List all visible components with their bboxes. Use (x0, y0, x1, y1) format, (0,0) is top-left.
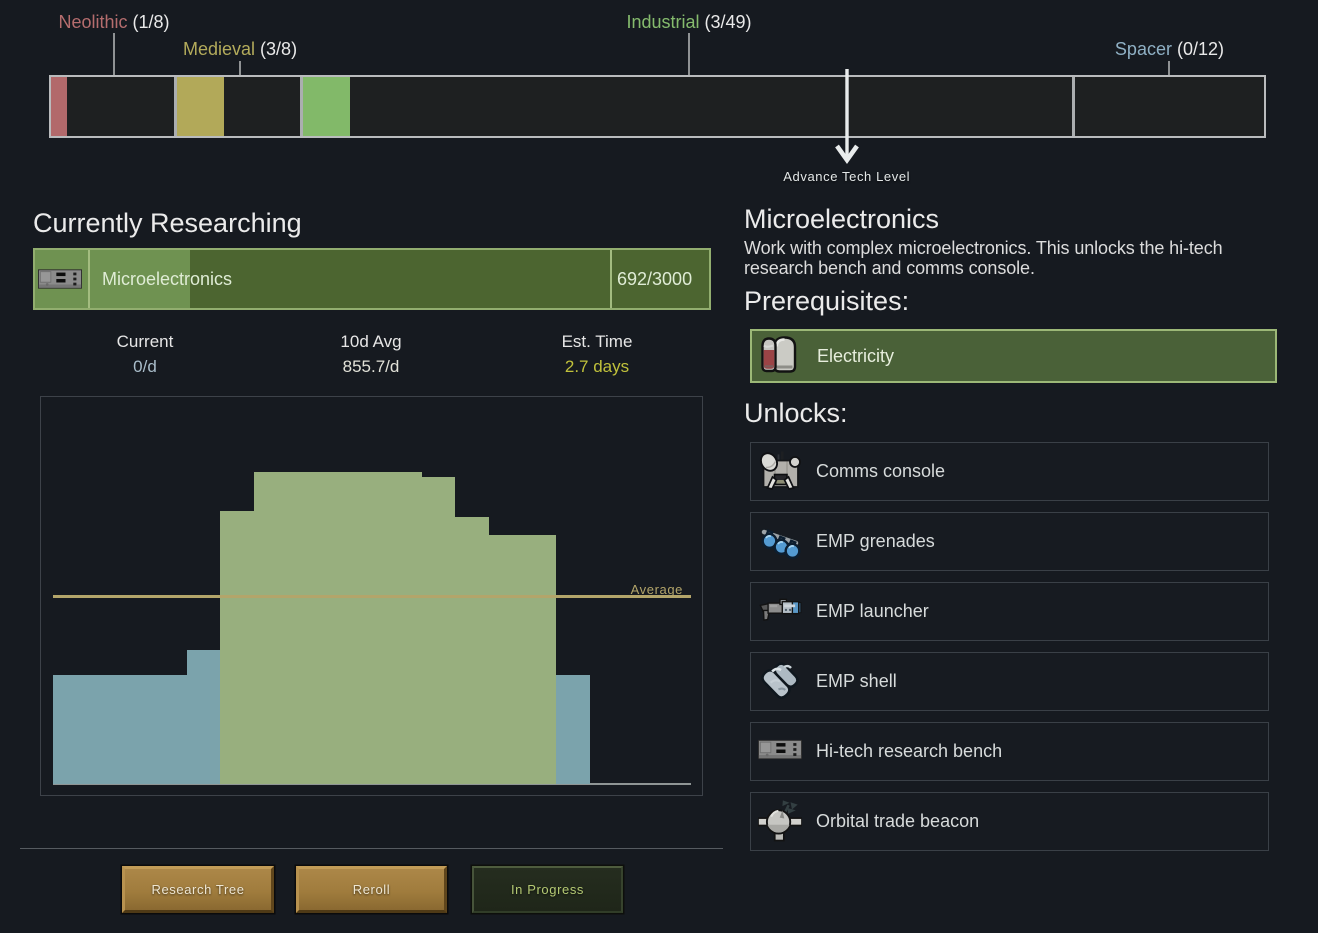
in-progress-button[interactable]: In Progress (472, 866, 623, 913)
project-name: Microelectronics (102, 250, 232, 308)
emp-grenades-icon (758, 517, 802, 566)
stat-current: Current0/d (117, 330, 174, 379)
advance-tech-label: Advance Tech Level (783, 169, 910, 184)
tech-level-name: Medieval (183, 39, 255, 59)
research-bench-icon (38, 269, 82, 294)
chart-bar (455, 517, 489, 784)
project-title: Microelectronics (744, 204, 939, 235)
project-description: Work with complex microelectronics. This… (744, 238, 1254, 278)
unlocks-heading: Unlocks: (744, 398, 848, 429)
progress-count-divider (610, 250, 612, 308)
emp-launcher-icon (758, 587, 802, 636)
chart-bar (53, 675, 187, 784)
orbital-beacon-icon (758, 797, 802, 846)
stat-est-time: Est. Time2.7 days (562, 330, 633, 379)
unlock-item[interactable]: Hi-tech research bench (750, 722, 1269, 781)
tech-progress-fill-neolithic (51, 77, 67, 136)
research-progress-bar[interactable]: Microelectronics 692/3000 (33, 248, 711, 310)
average-label: Average (631, 582, 683, 597)
tech-level-label-medieval: Medieval (3/8) (183, 39, 297, 60)
tech-level-label-industrial: Industrial (3/49) (626, 12, 751, 33)
research-rate-chart: Average (40, 396, 703, 796)
research-tree-button[interactable]: Research Tree (122, 866, 274, 913)
tech-level-bar (49, 75, 1266, 138)
chart-bar (422, 477, 456, 784)
tech-level-name: Industrial (626, 12, 699, 32)
comms-console-icon (758, 447, 802, 496)
progress-icon-divider (88, 250, 90, 308)
tech-level-count: (0/12) (1177, 39, 1224, 59)
unlock-label: EMP launcher (816, 583, 929, 640)
unlock-item[interactable]: EMP grenades (750, 512, 1269, 571)
tech-level-tick (688, 33, 690, 75)
unlock-item[interactable]: EMP launcher (750, 582, 1269, 641)
progress-count: 692/3000 (617, 250, 692, 308)
chart-bar (220, 511, 254, 784)
unlock-item[interactable]: EMP shell (750, 652, 1269, 711)
stat-label: 10d Avg (340, 330, 401, 354)
stat-10d-avg: 10d Avg855.7/d (340, 330, 401, 379)
stat-value: 855.7/d (340, 354, 401, 379)
unlock-label: Hi-tech research bench (816, 723, 1002, 780)
unlock-label: EMP shell (816, 653, 897, 710)
stat-value: 0/d (117, 354, 174, 379)
tech-progress-fill-industrial (303, 77, 350, 136)
unlock-label: Comms console (816, 443, 945, 500)
research-window: Neolithic (1/8) Medieval (3/8) Industrial … (0, 0, 1318, 933)
chart-bar (187, 650, 221, 784)
prerequisite-label: Electricity (817, 331, 894, 381)
research-bench-icon (758, 727, 802, 776)
chart-bar (556, 675, 590, 784)
average-line (53, 595, 691, 598)
tech-level-name: Spacer (1115, 39, 1172, 59)
unlock-label: Orbital trade beacon (816, 793, 979, 850)
tech-level-label-neolithic: Neolithic (1/8) (58, 12, 169, 33)
stat-label: Est. Time (562, 330, 633, 354)
battery-icon (759, 333, 801, 380)
tech-level-tick (113, 33, 115, 75)
prerequisites-heading: Prerequisites: (744, 286, 909, 317)
tech-section-divider (1072, 77, 1075, 136)
chart-bar (254, 472, 422, 784)
tech-level-count: (3/8) (260, 39, 297, 59)
chart-bar (489, 535, 556, 784)
unlock-label: EMP grenades (816, 513, 935, 570)
tech-progress-fill-medieval (177, 77, 224, 136)
currently-researching-title: Currently Researching (33, 208, 302, 239)
unlock-item[interactable]: Orbital trade beacon (750, 792, 1269, 851)
emp-shell-icon (758, 657, 802, 706)
tech-level-count: (3/49) (705, 12, 752, 32)
advance-tech-arrow-icon (830, 66, 864, 166)
tech-level-tick (239, 61, 241, 75)
tech-level-name: Neolithic (58, 12, 127, 32)
reroll-button[interactable]: Reroll (296, 866, 447, 913)
unlock-item[interactable]: Comms console (750, 442, 1269, 501)
footer-divider (20, 848, 723, 849)
stat-label: Current (117, 330, 174, 354)
prerequisite-item[interactable]: Electricity (750, 329, 1277, 383)
tech-level-tick (1168, 61, 1170, 75)
tech-level-label-spacer: Spacer (0/12) (1115, 39, 1224, 60)
stat-value: 2.7 days (562, 354, 633, 379)
tech-level-count: (1/8) (133, 12, 170, 32)
